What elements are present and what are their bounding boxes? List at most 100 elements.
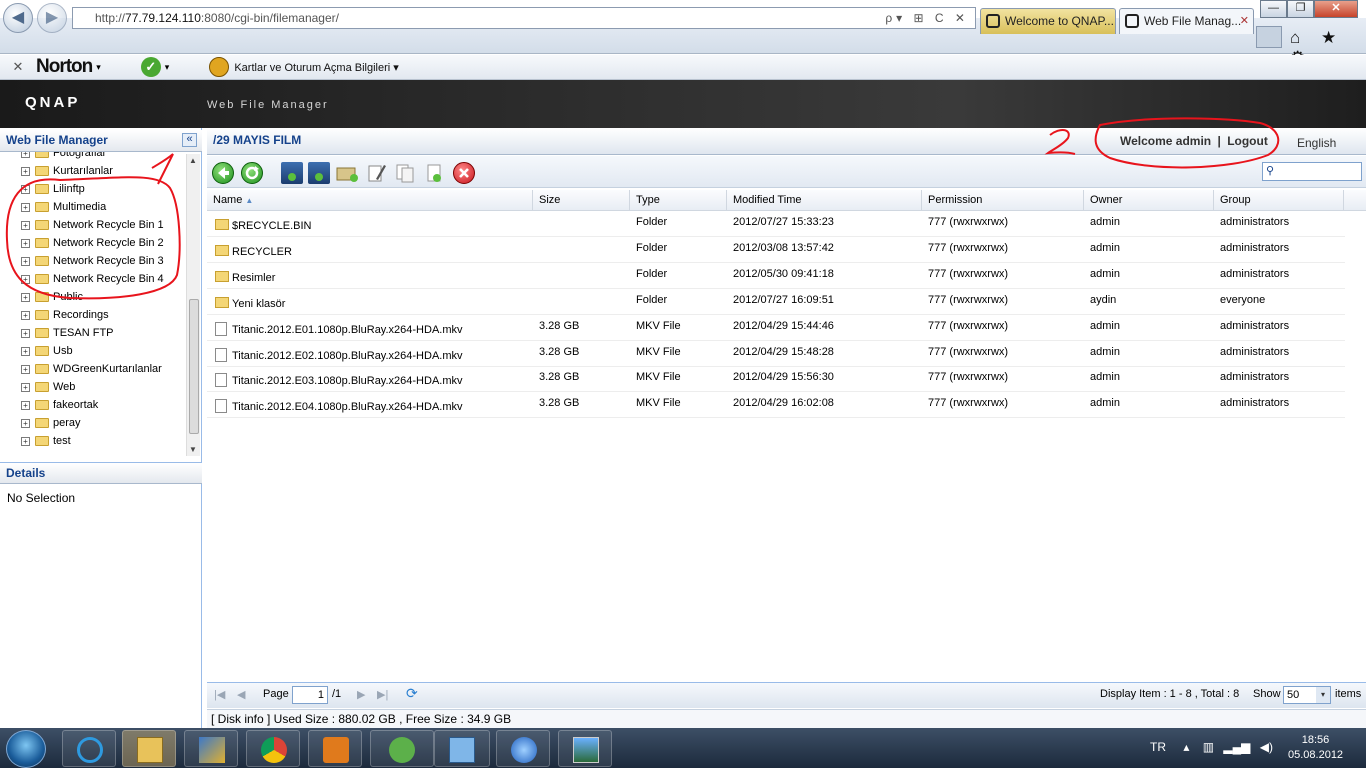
- tree-scrollbar[interactable]: ▲ ▼: [186, 154, 200, 456]
- file-row[interactable]: Titanic.2012.E03.1080p.BluRay.x264-HDA.m…: [207, 366, 1345, 393]
- identity-safe-icon[interactable]: [209, 57, 230, 77]
- start-button[interactable]: [6, 730, 46, 768]
- tree-item[interactable]: + Usb: [21, 342, 73, 360]
- prev-page-icon[interactable]: ◀: [237, 688, 245, 701]
- expand-plus-icon[interactable]: +: [21, 328, 30, 338]
- expand-plus-icon[interactable]: +: [21, 184, 30, 194]
- expand-plus-icon[interactable]: +: [21, 310, 30, 320]
- expand-plus-icon[interactable]: +: [21, 418, 30, 428]
- taskbar-chrome[interactable]: [246, 730, 300, 767]
- taskbar-media[interactable]: [308, 730, 362, 767]
- tab-welcome-qnap[interactable]: Welcome to QNAP...: [980, 8, 1116, 34]
- file-row[interactable]: $RECYCLE.BIN Folder 2012/07/27 15:33:23 777…: [207, 211, 1345, 237]
- tree-item[interactable]: + Kurtarılanlar: [21, 162, 113, 180]
- taskbar-explorer[interactable]: [122, 730, 176, 767]
- rename-button[interactable]: [366, 162, 388, 184]
- expand-plus-icon[interactable]: +: [21, 256, 30, 266]
- delete-button[interactable]: [453, 162, 475, 184]
- tree-item[interactable]: + Multimedia: [21, 198, 106, 216]
- tree-item[interactable]: + peray: [21, 414, 81, 432]
- column-owner[interactable]: Owner: [1084, 190, 1214, 211]
- clock[interactable]: 18:56 05.08.2012: [1288, 733, 1343, 763]
- tree-item[interactable]: + Network Recycle Bin 3: [21, 252, 164, 270]
- page-size-select[interactable]: 50 ▾: [1283, 686, 1331, 704]
- tab-close-icon[interactable]: ✕: [1240, 9, 1249, 33]
- back-button[interactable]: ◀: [3, 3, 33, 33]
- tray-arrow-icon[interactable]: ▴: [1183, 740, 1189, 754]
- expand-plus-icon[interactable]: +: [21, 292, 30, 302]
- signal-icon[interactable]: ▂▄▆: [1223, 740, 1250, 754]
- scroll-down-icon[interactable]: ▼: [189, 445, 197, 454]
- tab-web-file-manager[interactable]: Web File Manag... ✕: [1119, 8, 1254, 34]
- column-type[interactable]: Type: [630, 190, 727, 211]
- first-page-icon[interactable]: |◀: [214, 688, 225, 701]
- file-row[interactable]: Titanic.2012.E02.1080p.BluRay.x264-HDA.m…: [207, 341, 1345, 367]
- maximize-button[interactable]: ❐: [1287, 0, 1314, 18]
- next-page-icon[interactable]: ▶: [357, 688, 365, 701]
- expand-plus-icon[interactable]: +: [21, 400, 30, 410]
- create-folder-button[interactable]: [336, 162, 358, 184]
- column-name[interactable]: Name ▲: [207, 190, 533, 211]
- download-button[interactable]: [308, 162, 330, 184]
- expand-plus-icon[interactable]: +: [21, 364, 30, 374]
- page-number-input[interactable]: 1: [292, 686, 328, 704]
- column-size[interactable]: Size: [533, 190, 630, 211]
- language-select[interactable]: English: [1297, 136, 1336, 150]
- expand-plus-icon[interactable]: +: [21, 152, 30, 158]
- safe-check-icon[interactable]: ✓: [140, 57, 161, 77]
- column-permission[interactable]: Permission: [922, 190, 1084, 211]
- file-row[interactable]: Titanic.2012.E01.1080p.BluRay.x264-HDA.m…: [207, 315, 1345, 341]
- tree-item[interactable]: + Fotograflar: [21, 152, 106, 162]
- tree-item[interactable]: + TESAN FTP: [21, 324, 114, 342]
- address-bar[interactable]: http://77.79.124.110:8080/cgi-bin/filema…: [72, 7, 976, 29]
- taskbar-control-panel[interactable]: [434, 730, 490, 767]
- scrollbar-thumb[interactable]: [189, 299, 199, 434]
- copy-button[interactable]: [394, 162, 416, 184]
- expand-plus-icon[interactable]: +: [21, 166, 30, 176]
- file-row[interactable]: Resimler Folder 2012/05/30 09:41:18 777 (rw…: [207, 263, 1345, 289]
- tree-item[interactable]: + Network Recycle Bin 2: [21, 234, 164, 252]
- tree-item[interactable]: + Public: [21, 288, 83, 306]
- taskbar-messenger[interactable]: [370, 730, 434, 767]
- address-url[interactable]: http://77.79.124.110:8080/cgi-bin/filema…: [73, 11, 885, 25]
- column-group[interactable]: Group: [1214, 190, 1344, 211]
- norton-close-icon[interactable]: ✕: [0, 59, 36, 75]
- taskbar-photo-viewer[interactable]: [558, 730, 612, 767]
- upload-button[interactable]: [281, 162, 303, 184]
- tree-item[interactable]: + WDGreenKurtarılanlar: [21, 360, 162, 378]
- expand-plus-icon[interactable]: +: [21, 220, 30, 230]
- expand-plus-icon[interactable]: +: [21, 346, 30, 356]
- back-folder-button[interactable]: [212, 162, 234, 184]
- tree-item[interactable]: + Web: [21, 378, 75, 396]
- cards-logins-menu[interactable]: Kartlar ve Oturum Açma Bilgileri ▾: [234, 61, 398, 74]
- network-icon[interactable]: ▥: [1203, 740, 1214, 754]
- input-language[interactable]: TR: [1150, 740, 1166, 754]
- expand-plus-icon[interactable]: +: [21, 382, 30, 392]
- taskbar-ie[interactable]: [62, 730, 116, 767]
- scroll-up-icon[interactable]: ▲: [189, 156, 197, 165]
- taskbar-paint[interactable]: [184, 730, 238, 767]
- search-input[interactable]: ⚲: [1262, 162, 1362, 181]
- expand-plus-icon[interactable]: +: [21, 202, 30, 212]
- taskbar-itunes[interactable]: [496, 730, 550, 767]
- tree-item[interactable]: + Recordings: [21, 306, 109, 324]
- file-row[interactable]: Yeni klasör Folder 2012/07/27 16:09:51 777 …: [207, 289, 1345, 315]
- last-page-icon[interactable]: ▶|: [377, 688, 388, 701]
- refresh-list-icon[interactable]: ⟳: [406, 685, 418, 702]
- tree-item[interactable]: + test: [21, 432, 71, 450]
- column-modified[interactable]: Modified Time: [727, 190, 922, 211]
- tree-item[interactable]: + Network Recycle Bin 4: [21, 270, 164, 288]
- norton-logo[interactable]: Norton: [36, 56, 93, 78]
- forward-button[interactable]: ▶: [37, 3, 67, 33]
- address-actions-icons[interactable]: ρ▾ ⊞ C ✕: [885, 11, 975, 25]
- move-button[interactable]: [424, 162, 446, 184]
- expand-plus-icon[interactable]: +: [21, 238, 30, 248]
- minimize-button[interactable]: —: [1260, 0, 1287, 18]
- tree-item[interactable]: + Lilinftp: [21, 180, 85, 198]
- expand-plus-icon[interactable]: +: [21, 274, 30, 284]
- tree-item[interactable]: + Network Recycle Bin 1: [21, 216, 164, 234]
- file-row[interactable]: Titanic.2012.E04.1080p.BluRay.x264-HDA.m…: [207, 392, 1345, 419]
- refresh-button[interactable]: [241, 162, 263, 184]
- logout-link[interactable]: Logout: [1227, 134, 1268, 148]
- volume-icon[interactable]: ◀): [1260, 740, 1273, 754]
